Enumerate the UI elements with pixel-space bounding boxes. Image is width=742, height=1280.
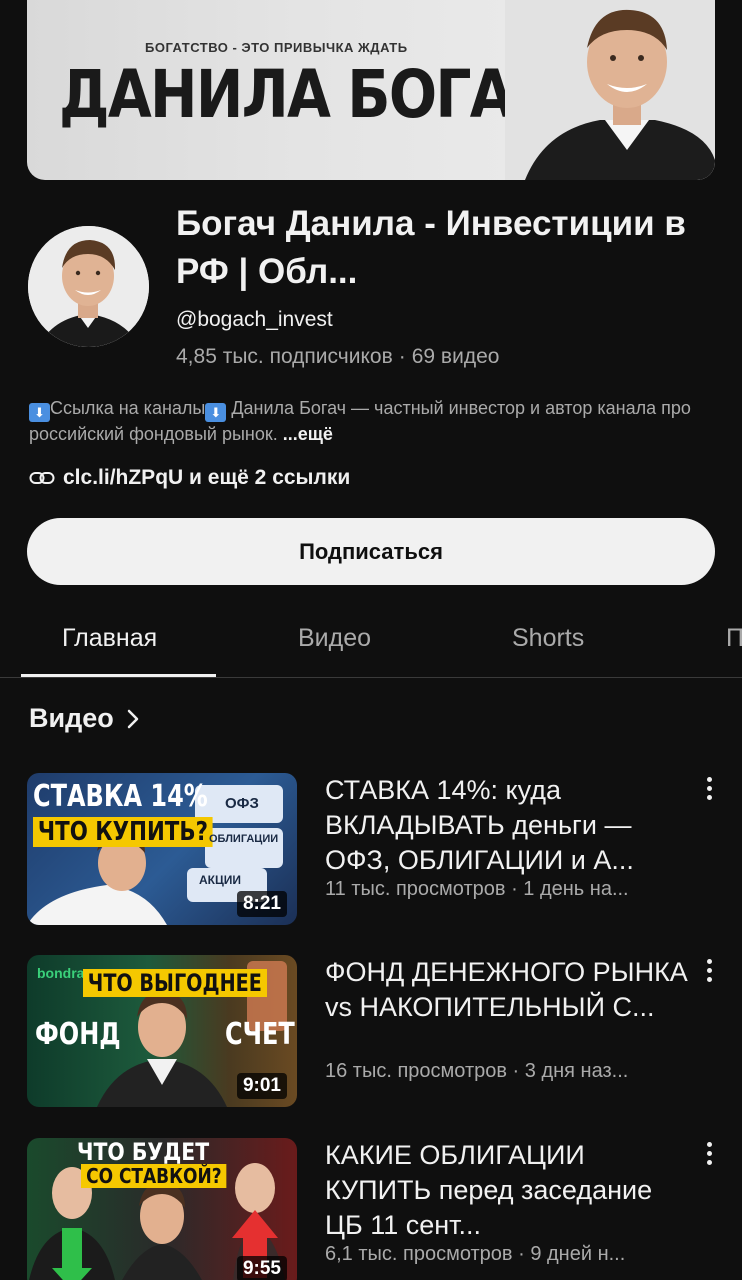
thumb-card-label: АКЦИИ [199, 873, 242, 887]
channel-links[interactable]: clc.li/hZPqU и ещё 2 ссылки [29, 466, 350, 490]
channel-handle: @bogach_invest [176, 308, 333, 331]
video-meta: 6,1 тыс. просмотров · 9 дней н... [325, 1243, 626, 1265]
video-thumbnail[interactable]: ЧТО БУДЕТ СО СТАВКОЙ? 9:55 [27, 1138, 297, 1280]
thumb-headline: ЧТО ВЫГОДНЕЕ [83, 969, 267, 997]
video-title[interactable]: СТАВКА 14%: куда ВКЛАДЫВАТЬ деньги — ОФЗ… [325, 773, 695, 878]
tab-home[interactable]: Главная [62, 624, 157, 653]
chevron-right-icon [127, 709, 138, 728]
video-count: 69 видео [411, 345, 500, 368]
stats-separator: · [398, 345, 406, 368]
subscriber-count: 4,85 тыс. подписчиков [176, 345, 393, 368]
thumb-headline: СТАВКА 14% [33, 779, 208, 814]
video-thumbnail[interactable]: СТАВКА 14% ЧТО КУПИТЬ? ОФЗ ОБЛИГАЦИИ АКЦ… [27, 773, 297, 925]
more-options-icon[interactable] [703, 959, 715, 985]
thumb-brand: bondra [37, 965, 85, 981]
thumb-subheadline: СО СТАВКОЙ? [81, 1164, 227, 1188]
channel-banner: БОГАТСТВО - ЭТО ПРИВЫЧКА ЖДАТЬ ДАНИЛА БО… [27, 0, 715, 180]
down-arrow-icon: ⬇ [205, 403, 227, 422]
thumb-left-label: ФОНД [35, 1017, 121, 1052]
thumb-card-label: ОБЛИГАЦИИ [209, 833, 279, 845]
description-text-1: Ссылка на каналы [50, 398, 206, 418]
down-arrow-icon: ⬇ [29, 403, 50, 422]
video-item[interactable]: ЧТО БУДЕТ СО СТАВКОЙ? 9:55 КАКИЕ ОБЛИГАЦ… [27, 1138, 727, 1280]
tab-playlists[interactable]: П [726, 624, 742, 653]
video-item[interactable]: СТАВКА 14% ЧТО КУПИТЬ? ОФЗ ОБЛИГАЦИИ АКЦ… [27, 773, 727, 925]
video-title[interactable]: ФОНД ДЕНЕЖНОГО РЫНКА vs НАКОПИТЕЛЬНЫЙ С.… [325, 955, 695, 1025]
channel-avatar[interactable] [28, 226, 149, 347]
channel-stats: 4,85 тыс. подписчиков · 69 видео [176, 345, 499, 369]
banner-person-image [505, 0, 715, 180]
video-meta: 11 тыс. просмотров · 1 день на... [325, 878, 629, 900]
thumb-headline: ЧТО БУДЕТ [77, 1138, 210, 1166]
banner-title: ДАНИЛА БОГАЧ [59, 56, 558, 133]
links-text: clc.li/hZPqU и ещё 2 ссылки [63, 466, 351, 489]
video-meta: 16 тыс. просмотров · 3 дня наз... [325, 1060, 629, 1082]
tab-videos[interactable]: Видео [298, 624, 371, 653]
channel-tabs: Главная Видео Shorts П [0, 600, 742, 678]
thumb-subheadline: ЧТО КУПИТЬ? [33, 817, 213, 847]
banner-tagline: БОГАТСТВО - ЭТО ПРИВЫЧКА ЖДАТЬ [145, 40, 408, 55]
tab-shorts[interactable]: Shorts [512, 624, 584, 653]
channel-description[interactable]: ⬇ Ссылка на каналы ⬇ Данила Богач — частны… [29, 396, 719, 446]
video-title[interactable]: КАКИЕ ОБЛИГАЦИИ КУПИТЬ перед заседание Ц… [325, 1138, 695, 1243]
description-more-link[interactable]: ...ещё [283, 424, 333, 444]
section-videos-header[interactable]: Видео [29, 703, 140, 734]
channel-name: Богач Данила - Инвестиции в РФ | Обл... [176, 204, 686, 291]
video-thumbnail[interactable]: bondra ЧТО ВЫГОДНЕЕ ФОНД СЧЕТ 9:01 [27, 955, 297, 1107]
tabs-divider [0, 677, 742, 678]
thumb-card-label: ОФЗ [225, 795, 259, 812]
video-item[interactable]: bondra ЧТО ВЫГОДНЕЕ ФОНД СЧЕТ 9:01 ФОНД … [27, 955, 727, 1107]
subscribe-button[interactable]: Подписаться [27, 518, 715, 585]
video-duration: 8:21 [236, 891, 287, 917]
more-options-icon[interactable] [703, 1142, 715, 1168]
video-duration: 9:55 [236, 1256, 287, 1280]
more-options-icon[interactable] [703, 777, 715, 803]
section-title: Видео [29, 703, 114, 733]
link-icon [29, 472, 55, 484]
video-duration: 9:01 [236, 1073, 287, 1099]
avatar-image [28, 226, 149, 347]
thumb-right-label: СЧЕТ [225, 1017, 295, 1052]
